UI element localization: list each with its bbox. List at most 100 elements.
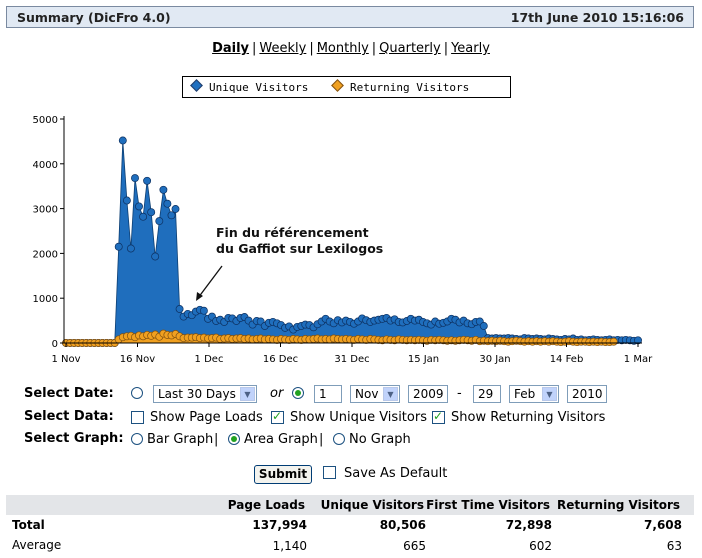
timestamp: 17th June 2010 15:16:06 [510, 10, 684, 25]
diamond-icon [331, 79, 344, 92]
select-data-label: Select Data: [24, 409, 114, 424]
area-graph-radio[interactable] [228, 433, 240, 445]
page-title: Summary (DicFro 4.0) [17, 10, 171, 25]
save-default-checkbox[interactable] [323, 466, 336, 479]
unique-visitors-point [159, 185, 168, 194]
unique-visitors-point [147, 208, 156, 217]
to-day-input[interactable]: 29 [473, 385, 501, 403]
unique-visitors-point [163, 199, 172, 208]
separator: | [309, 41, 314, 56]
stats-header-row: Page Loads Unique Visitors First Time Vi… [6, 495, 694, 515]
annotation-text: du Gaffiot sur Lexilogos [216, 241, 383, 256]
x-tick-label: 15 Jan [408, 354, 439, 365]
range-select[interactable]: Last 30 Days ▼ [153, 385, 257, 403]
no-graph-radio[interactable] [333, 433, 345, 445]
total-page-loads: 137,994 [252, 518, 307, 532]
unique-visitors-checkbox[interactable] [271, 409, 284, 424]
custom-range-radio[interactable] [292, 387, 304, 399]
from-month-select[interactable]: Nov ▼ [350, 385, 400, 403]
x-tick-label: 1 Mar [624, 354, 653, 365]
legend-unique: Unique Visitors [190, 79, 309, 94]
legend-returning-label: Returning Visitors [350, 81, 470, 94]
unique-visitors-point [118, 136, 127, 145]
range-select-value: Last 30 Days [158, 387, 236, 401]
separator: | [443, 41, 449, 56]
bar-graph-radio[interactable] [131, 433, 143, 445]
stats-header-unique: Unique Visitors [320, 498, 424, 512]
stats-header-first-time: First Time Visitors [426, 498, 550, 512]
y-tick-label: 0 [52, 339, 58, 350]
range-radio[interactable] [131, 387, 143, 399]
unique-visitors-point [151, 252, 160, 261]
y-tick-label: 1000 [33, 294, 58, 305]
y-tick-label: 3000 [33, 205, 58, 216]
to-month-value: Feb [514, 387, 536, 401]
chevron-down-icon: ▼ [240, 387, 255, 401]
total-label: Total [12, 518, 45, 532]
range-dash: - [457, 386, 462, 401]
chevron-down-icon: ▼ [383, 387, 398, 401]
x-tick-label: 30 Jan [479, 354, 510, 365]
period-tabs: Daily | Weekly | Monthly | Quarterly | Yearly [0, 41, 702, 56]
diamond-icon [190, 79, 203, 92]
unique-visitors-point [175, 305, 184, 313]
stats-header-returning: Returning Visitors [556, 498, 680, 512]
select-graph-label: Select Graph: [24, 431, 124, 446]
average-returning: 63 [666, 539, 682, 553]
tab-monthly[interactable]: Monthly [317, 41, 369, 56]
unique-visitors-point [199, 306, 208, 315]
average-unique: 665 [403, 539, 426, 553]
chart-legend: Unique Visitors Returning Visitors [182, 76, 511, 98]
area-graph-label: Area Graph [244, 432, 318, 447]
to-month-select[interactable]: Feb ▼ [509, 385, 559, 403]
separator: | [371, 41, 377, 56]
x-tick-label: 1 Dec [195, 354, 224, 365]
legend-returning: Returning Visitors [331, 79, 470, 94]
separator: | [319, 432, 324, 447]
x-tick-label: 1 Nov [51, 354, 80, 365]
save-default-label: Save As Default [344, 466, 448, 481]
unique-visitors-point [171, 205, 180, 213]
bar-graph-label: Bar Graph [147, 432, 214, 447]
legend-unique-label: Unique Visitors [209, 81, 309, 94]
unique-visitors-point [135, 202, 143, 211]
tab-daily[interactable]: Daily [212, 41, 249, 56]
x-tick-label: 31 Dec [334, 354, 369, 365]
summary-header: Summary (DicFro 4.0) 17th June 2010 15:1… [6, 6, 694, 28]
y-tick-label: 4000 [33, 160, 58, 171]
unique-visitors-point [131, 174, 139, 183]
average-label: Average [12, 538, 62, 552]
unique-visitors-point [126, 244, 135, 253]
to-year-input[interactable]: 2010 [567, 385, 607, 403]
page-loads-checkbox[interactable] [131, 411, 144, 424]
unique-visitors-point [155, 217, 164, 226]
total-first-time: 72,898 [505, 518, 552, 532]
from-year-input[interactable]: 2009 [408, 385, 448, 403]
total-returning: 7,608 [644, 518, 682, 532]
unique-visitors-label: Show Unique Visitors [290, 410, 427, 425]
x-tick-label: 16 Nov [120, 354, 156, 365]
tab-weekly[interactable]: Weekly [259, 41, 306, 56]
chevron-down-icon: ▼ [542, 387, 557, 401]
x-tick-label: 16 Dec [263, 354, 298, 365]
unique-visitors-point [122, 196, 131, 205]
select-date-label: Select Date: [24, 386, 114, 401]
no-graph-label: No Graph [349, 432, 411, 447]
submit-button[interactable]: Submit [254, 465, 312, 484]
from-day-input[interactable]: 1 [314, 385, 342, 403]
unique-visitors-point [167, 211, 176, 220]
returning-visitors-checkbox[interactable] [432, 409, 445, 424]
stats-header-page-loads: Page Loads [227, 498, 305, 512]
annotation-text: Fin du référencement [216, 225, 369, 240]
tab-quarterly[interactable]: Quarterly [379, 41, 441, 56]
x-tick-label: 14 Feb [550, 354, 584, 365]
annotation-arrow-line [197, 265, 223, 299]
y-tick-label: 2000 [33, 249, 58, 260]
separator: | [214, 432, 219, 447]
visitors-area-chart: 0 1000 2000 3000 4000 5000 1 Nov 16 Nov 1 Dec 16 … [33, 115, 654, 365]
average-first-time: 602 [529, 539, 552, 553]
y-tick-label: 5000 [33, 115, 58, 126]
tab-yearly[interactable]: Yearly [451, 41, 490, 56]
total-unique: 80,506 [379, 518, 426, 532]
separator: | [252, 41, 257, 56]
